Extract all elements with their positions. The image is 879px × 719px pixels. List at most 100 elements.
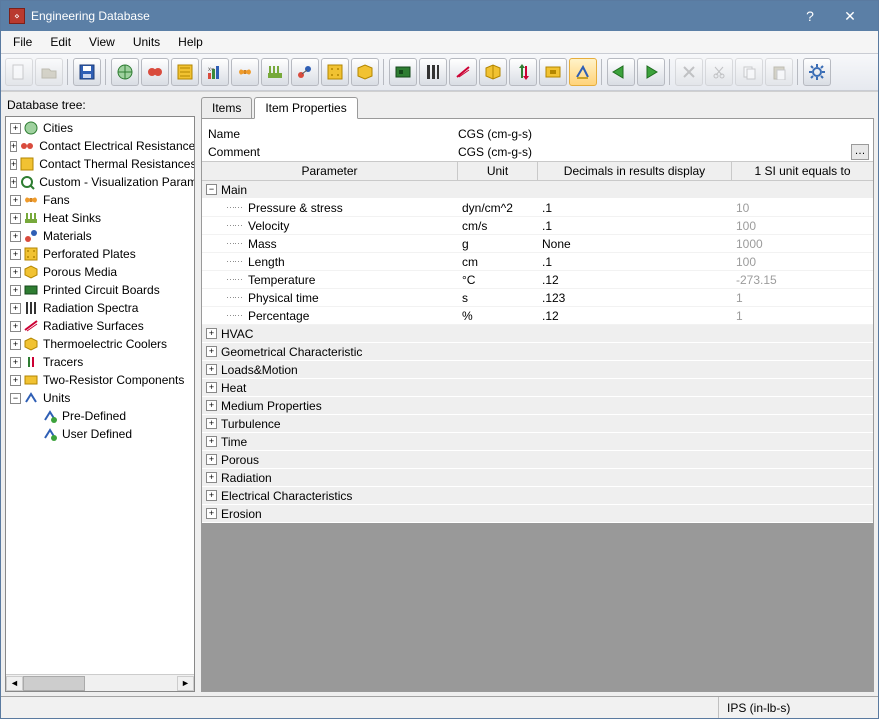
tree-item[interactable]: +Contact Electrical Resistances (6, 137, 194, 155)
expand-icon[interactable]: + (10, 321, 21, 332)
expand-icon[interactable]: + (10, 303, 21, 314)
thermo-btn[interactable] (479, 58, 507, 86)
header-si[interactable]: 1 SI unit equals to (732, 162, 873, 180)
materials-btn[interactable] (291, 58, 319, 86)
tree-item[interactable]: +Thermoelectric Coolers (6, 335, 194, 353)
expand-icon[interactable]: + (206, 346, 217, 357)
cell-unit[interactable]: s (458, 291, 538, 305)
tree-item[interactable]: +Contact Thermal Resistances (6, 155, 194, 173)
expand-icon[interactable]: + (206, 454, 217, 465)
expand-icon[interactable]: + (206, 418, 217, 429)
header-decimals[interactable]: Decimals in results display (538, 162, 732, 180)
grid-row[interactable]: ⋯⋯Percentage%.121 (202, 307, 873, 325)
menu-view[interactable]: View (81, 33, 123, 51)
tree-item[interactable]: +Heat Sinks (6, 209, 194, 227)
settings-btn[interactable] (803, 58, 831, 86)
contact-elec-btn[interactable] (141, 58, 169, 86)
fans-btn[interactable] (231, 58, 259, 86)
category-row[interactable]: +HVAC (202, 325, 873, 343)
tree-item[interactable]: +Cities (6, 119, 194, 137)
expand-icon[interactable]: + (10, 123, 21, 134)
perforated-btn[interactable] (321, 58, 349, 86)
collapse-icon[interactable]: − (206, 184, 217, 195)
cell-unit[interactable]: °C (458, 273, 538, 287)
menu-help[interactable]: Help (170, 33, 211, 51)
header-parameter[interactable]: Parameter (202, 162, 458, 180)
header-unit[interactable]: Unit (458, 162, 538, 180)
nav-fwd-btn[interactable] (637, 58, 665, 86)
tree-item[interactable]: +Perforated Plates (6, 245, 194, 263)
units-btn[interactable] (569, 58, 597, 86)
expand-icon[interactable]: + (10, 159, 17, 170)
help-button[interactable]: ? (790, 8, 830, 24)
expand-icon[interactable]: + (10, 375, 21, 386)
cell-decimals[interactable]: .1 (538, 255, 732, 269)
menu-units[interactable]: Units (125, 33, 168, 51)
category-row[interactable]: +Time (202, 433, 873, 451)
pcb-btn[interactable] (389, 58, 417, 86)
category-row[interactable]: +Radiation (202, 469, 873, 487)
save-btn[interactable] (73, 58, 101, 86)
category-row[interactable]: +Electrical Characteristics (202, 487, 873, 505)
category-row[interactable]: +Porous (202, 451, 873, 469)
menu-edit[interactable]: Edit (42, 33, 79, 51)
custom-vis-btn[interactable]: x= (201, 58, 229, 86)
cell-decimals[interactable]: .12 (538, 309, 732, 323)
expand-icon[interactable]: + (10, 285, 21, 296)
two-res-btn[interactable] (539, 58, 567, 86)
expand-icon[interactable]: + (10, 141, 17, 152)
cell-decimals[interactable]: None (538, 237, 732, 251)
cell-unit[interactable]: g (458, 237, 538, 251)
cell-unit[interactable]: cm (458, 255, 538, 269)
expand-icon[interactable]: + (10, 213, 21, 224)
tab-items[interactable]: Items (201, 97, 252, 118)
heatsinks-btn[interactable] (261, 58, 289, 86)
expand-icon[interactable]: + (10, 177, 17, 188)
database-tree[interactable]: +Cities+Contact Electrical Resistances+C… (5, 116, 195, 692)
contact-therm-btn[interactable] (171, 58, 199, 86)
scroll-left-btn[interactable]: ◄ (6, 676, 23, 691)
tree-item[interactable]: +Custom - Visualization Parameters (6, 173, 194, 191)
category-row[interactable]: − Main (202, 181, 873, 199)
grid-row[interactable]: ⋯⋯Temperature°C.12-273.15 (202, 271, 873, 289)
expand-icon[interactable]: + (206, 472, 217, 483)
expand-icon[interactable]: + (206, 508, 217, 519)
comment-ellipsis-btn[interactable]: … (851, 144, 869, 160)
prop-comment-value[interactable]: CGS (cm-g-s) (458, 145, 851, 159)
tree-item[interactable]: +Fans (6, 191, 194, 209)
cell-decimals[interactable]: .1 (538, 201, 732, 215)
nav-back-btn[interactable] (607, 58, 635, 86)
expand-icon[interactable]: + (10, 249, 21, 260)
category-row[interactable]: +Heat (202, 379, 873, 397)
tree-item[interactable]: +Materials (6, 227, 194, 245)
cell-unit[interactable]: cm/s (458, 219, 538, 233)
category-row[interactable]: +Medium Properties (202, 397, 873, 415)
menu-file[interactable]: File (5, 33, 40, 51)
tree-item[interactable]: User Defined (6, 425, 194, 443)
expand-icon[interactable]: + (206, 382, 217, 393)
prop-name-value[interactable]: CGS (cm-g-s) (458, 127, 873, 141)
tree-item[interactable]: +Printed Circuit Boards (6, 281, 194, 299)
expand-icon[interactable]: + (10, 339, 21, 350)
porous-btn[interactable] (351, 58, 379, 86)
category-row[interactable]: +Loads&Motion (202, 361, 873, 379)
tree-item[interactable]: +Porous Media (6, 263, 194, 281)
expand-icon[interactable]: + (206, 328, 217, 339)
expand-icon[interactable]: + (206, 364, 217, 375)
scroll-right-btn[interactable]: ► (177, 676, 194, 691)
tracers-btn[interactable] (509, 58, 537, 86)
tree-item[interactable]: +Radiative Surfaces (6, 317, 194, 335)
grid-row[interactable]: ⋯⋯Pressure & stressdyn/cm^2.110 (202, 199, 873, 217)
category-row[interactable]: +Erosion (202, 505, 873, 523)
cell-decimals[interactable]: .12 (538, 273, 732, 287)
cell-unit[interactable]: dyn/cm^2 (458, 201, 538, 215)
rad-surf-btn[interactable] (449, 58, 477, 86)
cell-decimals[interactable]: .123 (538, 291, 732, 305)
cell-decimals[interactable]: .1 (538, 219, 732, 233)
grid-row[interactable]: ⋯⋯MassgNone1000 (202, 235, 873, 253)
tree-item[interactable]: Pre-Defined (6, 407, 194, 425)
cell-unit[interactable]: % (458, 309, 538, 323)
expand-icon[interactable]: + (10, 267, 21, 278)
rad-spectra-btn[interactable] (419, 58, 447, 86)
expand-icon[interactable]: + (10, 231, 21, 242)
